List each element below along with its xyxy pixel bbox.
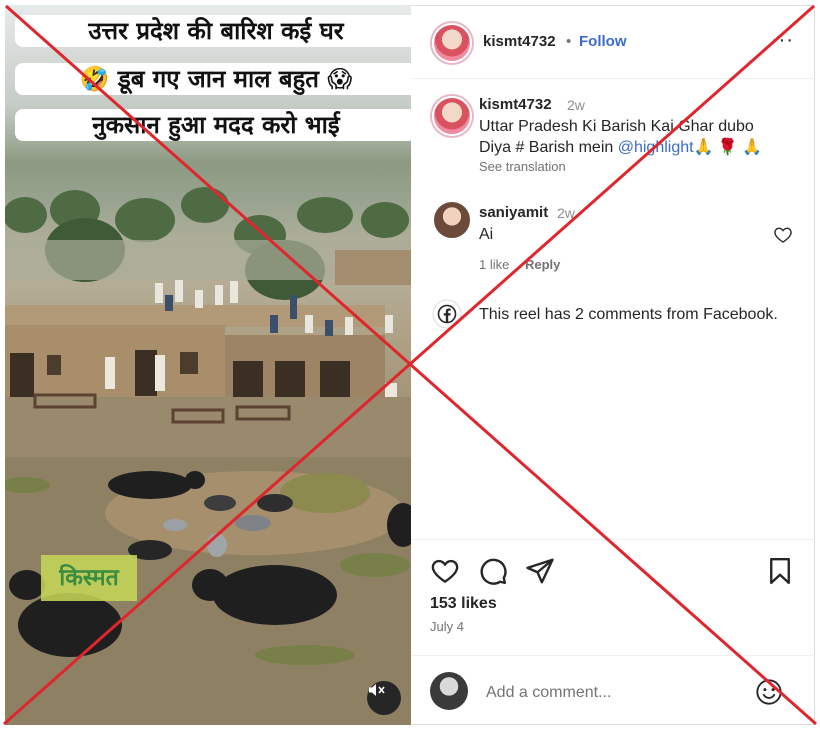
speaker-muted-icon xyxy=(369,684,385,696)
follow-button[interactable]: Follow xyxy=(579,33,627,50)
commenter-avatar[interactable] xyxy=(432,200,472,240)
channel-watermark: किस्मत xyxy=(41,555,137,601)
more-options-icon[interactable]: ··· xyxy=(771,29,794,52)
author-avatar[interactable] xyxy=(432,23,472,63)
comment-like-heart-icon[interactable] xyxy=(773,225,793,245)
reel-video[interactable]: उत्तर प्रदेश की बारिश कई घर 🤣 डूब गए जान… xyxy=(5,5,411,725)
mute-button[interactable] xyxy=(367,681,401,715)
likes-count[interactable]: 153 likes xyxy=(430,595,497,613)
action-bar xyxy=(411,539,815,585)
mention-link[interactable]: @highlight xyxy=(618,139,694,156)
facebook-icon xyxy=(432,299,462,329)
caption-time[interactable]: 2w xyxy=(567,97,585,113)
emoji-picker-icon[interactable] xyxy=(755,678,783,706)
add-comment-bar xyxy=(411,655,815,726)
caption-text: Diya # Barish mein xyxy=(479,139,618,156)
comment-like-count[interactable]: 1 like xyxy=(479,257,509,272)
current-user-avatar xyxy=(430,672,468,710)
comment-text: Ai xyxy=(479,226,494,243)
video-caption-line-1: उत्तर प्रदेश की बारिश कई घर xyxy=(15,15,411,47)
post-sidebar: kismt4732 • Follow ··· kismt4732 2w Utta… xyxy=(411,5,815,725)
like-heart-icon[interactable] xyxy=(430,556,460,586)
share-send-icon[interactable] xyxy=(525,556,555,586)
comment-time[interactable]: 2w xyxy=(557,205,575,221)
video-caption-line-2: 🤣 डूब गए जान माल बहुत 😱 xyxy=(15,63,411,95)
add-comment-input[interactable] xyxy=(484,683,748,703)
post-date[interactable]: July 4 xyxy=(430,619,464,634)
author-username[interactable]: kismt4732 xyxy=(483,33,556,50)
caption-username[interactable]: kismt4732 xyxy=(479,96,552,113)
caption-emojis: 🙏 🌹 🙏 xyxy=(693,139,763,156)
caption-line-2: Diya # Barish mein @highlight🙏 🌹 🙏 xyxy=(479,137,762,158)
facebook-comments-note[interactable]: This reel has 2 comments from Facebook. xyxy=(479,306,778,324)
save-bookmark-icon[interactable] xyxy=(765,556,795,586)
commenter-username[interactable]: saniyamit xyxy=(479,204,548,221)
see-translation-link[interactable]: See translation xyxy=(479,159,566,174)
comment-reply-button[interactable]: Reply xyxy=(525,257,560,272)
post-header: kismt4732 • Follow ··· xyxy=(411,5,815,79)
caption-author-avatar[interactable] xyxy=(432,96,472,136)
video-caption-line-3: नुकसान हुआ मदद करो भाई xyxy=(15,109,411,141)
comment-bubble-icon[interactable] xyxy=(478,556,508,586)
caption-line-1: Uttar Pradesh Ki Barish Kai Ghar dubo xyxy=(479,118,754,135)
separator-dot: • xyxy=(566,33,572,50)
